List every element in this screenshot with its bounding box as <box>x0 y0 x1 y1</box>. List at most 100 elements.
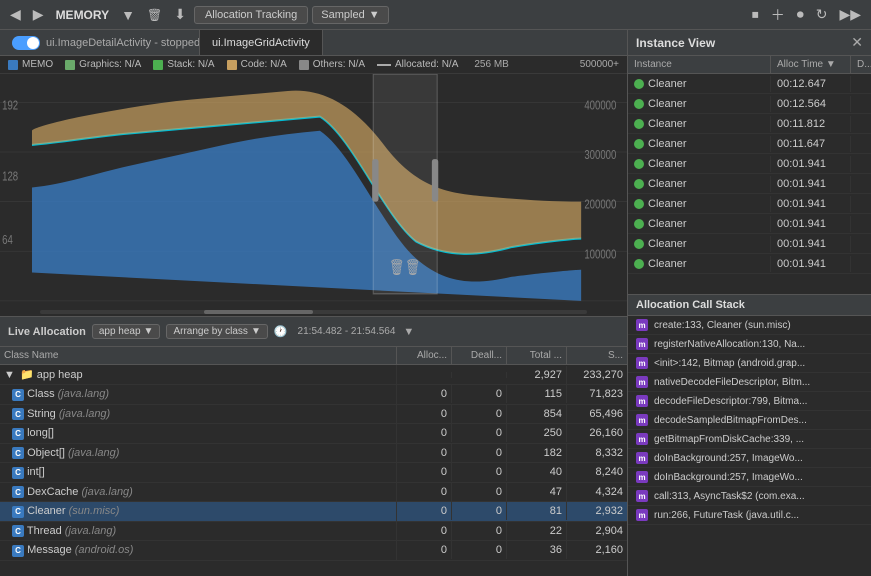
td-name: C Class (java.lang) <box>0 385 397 404</box>
instance-row[interactable]: Cleaner 00:01.941 <box>628 214 871 234</box>
call-stack-item[interactable]: m doInBackground:257, ImageWo... <box>628 449 871 468</box>
more-button[interactable]: ▶▶ <box>835 4 865 25</box>
sampled-dropdown[interactable]: Sampled ▼ <box>312 6 388 24</box>
close-button[interactable]: ✕ <box>851 34 863 51</box>
td-alloc: 0 <box>397 522 452 540</box>
td-total: 2,927 <box>507 366 567 384</box>
refresh-button[interactable]: ↻ <box>812 4 832 25</box>
chart-legend: MEMO Graphics: N/A Stack: N/A Code: N/A … <box>0 56 627 74</box>
legend-stack: Stack: N/A <box>153 59 214 70</box>
scrollbar-thumb[interactable] <box>204 310 313 314</box>
call-stack-item[interactable]: m registerNativeAllocation:130, Na... <box>628 335 871 354</box>
call-stack-item[interactable]: m call:313, AsyncTask$2 (com.exa... <box>628 487 871 506</box>
instance-row[interactable]: Cleaner 00:01.941 <box>628 174 871 194</box>
call-stack-list[interactable]: m create:133, Cleaner (sun.misc) m regis… <box>628 316 871 576</box>
sampled-arrow-icon: ▼ <box>369 9 380 21</box>
dropdown-arrow-button[interactable]: ▼ <box>117 5 139 25</box>
table-row[interactable]: C Message (android.os) 0 0 36 2,160 <box>0 541 627 561</box>
td-alloc: 0 <box>397 483 452 501</box>
class-name: String (java.lang) <box>27 408 110 420</box>
itd-d <box>851 202 871 206</box>
heap-dropdown[interactable]: app heap ▼ <box>92 324 161 339</box>
call-stack-item[interactable]: m doInBackground:257, ImageWo... <box>628 468 871 487</box>
back-button[interactable]: ◀ <box>6 4 25 25</box>
instance-row[interactable]: Cleaner 00:12.647 <box>628 74 871 94</box>
dump-button[interactable]: ⬇ <box>170 4 190 25</box>
table-row[interactable]: ▼ 📁 app heap 2,927 233,270 <box>0 365 627 385</box>
call-stack-item[interactable]: m getBitmapFromDiskCache:339, ... <box>628 430 871 449</box>
th-alloc-time[interactable]: Alloc Time ▼ <box>771 56 851 73</box>
table-row-cleaner[interactable]: C Cleaner (sun.misc) 0 0 81 2,932 <box>0 502 627 522</box>
chart-canvas[interactable]: 400000 300000 200000 100000 192 128 64 <box>0 74 627 308</box>
instance-name: Cleaner <box>648 138 687 150</box>
th-size[interactable]: S... <box>567 347 627 364</box>
th-d[interactable]: D... <box>851 56 871 73</box>
instance-row[interactable]: Cleaner 00:01.941 <box>628 194 871 214</box>
plus-button[interactable]: ＋ <box>767 3 789 27</box>
instance-row[interactable]: Cleaner 00:01.941 <box>628 154 871 174</box>
call-stack-item[interactable]: m create:133, Cleaner (sun.misc) <box>628 316 871 335</box>
record-button[interactable]: ⏺ <box>793 4 808 25</box>
m-badge-icon: m <box>636 414 648 426</box>
th-total[interactable]: Total ... <box>507 347 567 364</box>
stop-button[interactable]: ⏹ <box>748 4 763 25</box>
instance-green-dot <box>634 179 644 189</box>
tab-image-detail-activity[interactable]: ui.ImageDetailActivity - stopped - destr… <box>0 30 200 55</box>
arrange-dropdown[interactable]: Arrange by class ▼ <box>166 324 267 339</box>
itd-name: Cleaner <box>628 196 771 212</box>
svg-text:300000: 300000 <box>584 149 616 163</box>
call-text: doInBackground:257, ImageWo... <box>654 472 803 483</box>
instance-list[interactable]: Cleaner 00:12.647 Cleaner 00:12.564 Clea… <box>628 74 871 294</box>
table-row[interactable]: C Class (java.lang) 0 0 115 71,823 <box>0 385 627 405</box>
instance-green-dot <box>634 79 644 89</box>
legend-others-label: Others: N/A <box>313 59 365 70</box>
alloc-tracking-button[interactable]: Allocation Tracking <box>194 6 308 24</box>
legend-allocated-dash <box>377 64 391 66</box>
table-row[interactable]: C Thread (java.lang) 0 0 22 2,904 <box>0 522 627 542</box>
legend-stack-label: Stack: N/A <box>167 59 214 70</box>
alloc-table[interactable]: Class Name Alloc... Deall... Total ... S… <box>0 347 627 576</box>
call-stack-item[interactable]: m nativeDecodeFileDescriptor, Bitm... <box>628 373 871 392</box>
chart-scrollbar[interactable] <box>0 308 627 316</box>
call-text: doInBackground:257, ImageWo... <box>654 453 803 464</box>
td-dealloc: 0 <box>452 522 507 540</box>
call-stack-item[interactable]: m run:266, FutureTask (java.util.c... <box>628 506 871 525</box>
th-alloc[interactable]: Alloc... <box>397 347 452 364</box>
call-stack-item[interactable]: m decodeSampledBitmapFromDes... <box>628 411 871 430</box>
top-bar-icons: ⏹ ＋ ⏺ ↻ ▶▶ <box>748 3 865 27</box>
m-badge-icon: m <box>636 357 648 369</box>
tab-image-grid-activity[interactable]: ui.ImageGridActivity <box>200 30 323 55</box>
table-row[interactable]: C Object[] (java.lang) 0 0 182 8,332 <box>0 444 627 464</box>
scrollbar-track[interactable] <box>40 310 587 314</box>
th-dealloc[interactable]: Deall... <box>452 347 507 364</box>
itd-time: 00:12.564 <box>771 96 851 112</box>
filter-icon[interactable]: ▼ <box>403 326 414 338</box>
instance-green-dot <box>634 159 644 169</box>
table-row[interactable]: C long[] 0 0 250 26,160 <box>0 424 627 444</box>
table-row[interactable]: C String (java.lang) 0 0 854 65,496 <box>0 405 627 425</box>
toggle-knob <box>27 37 39 49</box>
forward-button[interactable]: ▶ <box>29 4 48 25</box>
legend-max-right: 500000+ <box>580 59 619 70</box>
call-stack-item[interactable]: m <init>:142, Bitmap (android.grap... <box>628 354 871 373</box>
svg-text:400000: 400000 <box>584 99 616 113</box>
instance-row[interactable]: Cleaner 00:11.812 <box>628 114 871 134</box>
legend-allocated-label: Allocated: N/A <box>395 59 458 70</box>
call-stack-item[interactable]: m decodeFileDescriptor:799, Bitma... <box>628 392 871 411</box>
table-row[interactable]: C int[] 0 0 40 8,240 <box>0 463 627 483</box>
th-class-name[interactable]: Class Name <box>0 347 397 364</box>
class-icon: C <box>12 467 24 479</box>
instance-row[interactable]: Cleaner 00:01.941 <box>628 234 871 254</box>
gc-button[interactable]: 🗑 <box>143 6 166 24</box>
instance-row[interactable]: Cleaner 00:12.564 <box>628 94 871 114</box>
itd-name: Cleaner <box>628 136 771 152</box>
table-row[interactable]: C DexCache (java.lang) 0 0 47 4,324 <box>0 483 627 503</box>
class-icon: C <box>12 486 24 498</box>
m-badge-icon: m <box>636 395 648 407</box>
th-instance[interactable]: Instance <box>628 56 771 73</box>
instance-green-dot <box>634 119 644 129</box>
class-icon: C <box>12 525 24 537</box>
instance-row[interactable]: Cleaner 00:01.941 <box>628 254 871 274</box>
instance-row[interactable]: Cleaner 00:11.647 <box>628 134 871 154</box>
activity-toggle[interactable] <box>12 36 40 50</box>
